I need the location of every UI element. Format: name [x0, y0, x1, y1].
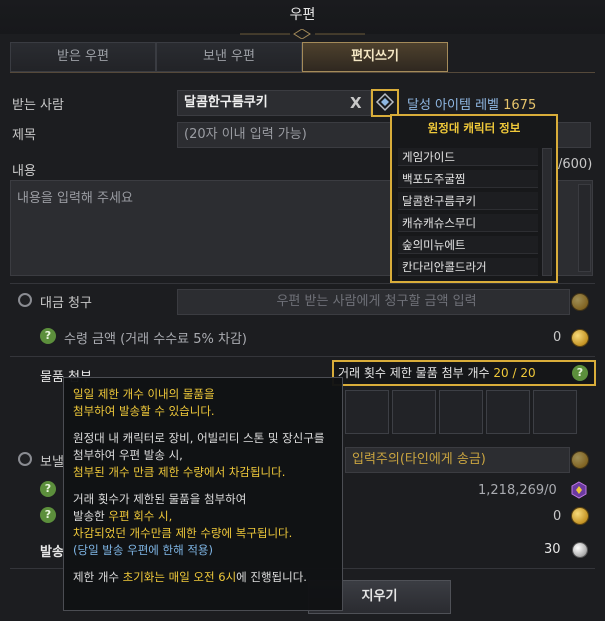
payment-request-input[interactable]: 우편 받는 사람에게 청구할 금액 입력 — [177, 289, 570, 315]
attachment-slot[interactable] — [345, 390, 389, 434]
send-money-radio[interactable] — [18, 452, 32, 466]
gold-coin-icon — [572, 452, 588, 468]
tooltip-line: 첨부된 개수 만큼 제한 수량에서 차감됩니다. — [73, 465, 286, 479]
dropdown-item-name: 게임가이드 — [402, 150, 455, 164]
tooltip-text: 에 진행됩니다. — [236, 570, 307, 584]
divider-1 — [10, 283, 595, 284]
tooltip-line: 발송한 우편 회수 시, — [73, 508, 333, 525]
tooltip-text: 발송한 — [73, 509, 109, 523]
gold-coin-icon — [572, 330, 588, 346]
expedition-emblem-icon — [375, 92, 395, 112]
dropdown-item-name: 숲의미뉴에트 — [402, 238, 466, 252]
attachment-slot[interactable] — [486, 390, 530, 434]
tooltip-line: 첨부하여 우편 발송 시, — [73, 448, 183, 462]
clear-recipient-glyph: X — [350, 94, 362, 112]
tab-write[interactable]: 편지쓰기 — [302, 42, 448, 72]
content-scrollbar[interactable] — [578, 184, 591, 272]
gold-coin-icon — [572, 508, 588, 524]
send-money-warning: 입력주의(타인에게 송금) — [352, 452, 486, 467]
tooltip-text: 우편 회수 시, — [108, 509, 173, 523]
recipient-value: 달콤한구름쿠키 — [184, 95, 268, 110]
receive-amount-value: 0 — [553, 330, 562, 345]
expedition-character-dropdown: 원정대 캐릭터 정보 게임가이드 백포도주굴찜 달콤한구름쿠키 캐슈캐슈스무디 … — [390, 114, 558, 283]
tab-received[interactable]: 받은 우편 — [10, 42, 156, 72]
dropdown-item-name: 달콤한구름쿠키 — [402, 194, 477, 208]
attachment-limit-box: 거래 횟수 제한 물품 첨부 개수 20 / 20 — [332, 360, 596, 386]
content-counter: /600) — [558, 157, 593, 172]
tooltip-line: 제한 개수 초기화는 매일 오전 6시에 진행됩니다. — [73, 569, 333, 586]
recipient-input[interactable]: 달콤한구름쿠키 — [177, 90, 371, 116]
expedition-list-button[interactable] — [371, 89, 399, 117]
shipping-label: 발송 — [40, 545, 64, 560]
dropdown-item[interactable]: 캐슈캐슈스무디 — [398, 214, 538, 232]
dropdown-scrollbar[interactable] — [542, 148, 552, 276]
tab-received-label: 받은 우편 — [57, 49, 109, 64]
payment-request-placeholder: 우편 받는 사람에게 청구할 금액 입력 — [276, 294, 477, 309]
tab-bar: 받은 우편 보낸 우편 편지쓰기 — [10, 42, 595, 73]
help-icon[interactable]: ? — [40, 481, 56, 497]
dropdown-item-name: 백포도주굴찜 — [402, 172, 466, 186]
send-money-label: 보낼 — [40, 455, 64, 470]
dropdown-item-name: 칸다리안콜드라거 — [402, 260, 487, 274]
help-icon[interactable]: ? — [40, 328, 56, 344]
title-ornament — [240, 28, 365, 40]
tooltip-line: 일일 제한 개수 이내의 물품을 — [73, 387, 215, 401]
divider-2 — [10, 356, 595, 357]
payment-request-label: 대금 청구 — [40, 296, 92, 311]
attachment-slot[interactable] — [533, 390, 577, 434]
attachment-help-icon[interactable]: ? — [572, 365, 588, 381]
dropdown-item[interactable]: 칸다리안콜드라거 — [398, 258, 538, 276]
tooltip-text: 제한 개수 — [73, 570, 123, 584]
tooltip-line: (당일 발송 우편에 한해 적용) — [73, 543, 213, 557]
achievement-value: 1675 — [503, 98, 537, 113]
help-icon[interactable]: ? — [40, 507, 56, 523]
attachment-slot[interactable] — [439, 390, 483, 434]
clear-button-label: 지우기 — [361, 589, 398, 604]
dropdown-title: 원정대 캐릭터 정보 — [427, 121, 521, 135]
silver-coin-icon — [573, 543, 587, 557]
content-label: 내용 — [12, 164, 36, 179]
tooltip-text: 초기화는 매일 오전 6시 — [122, 570, 237, 584]
tab-sent-label: 보낸 우편 — [203, 49, 255, 64]
dropdown-item[interactable]: 달콤한구름쿠키 — [398, 192, 538, 210]
attachment-limit-value: 20 / 20 — [493, 366, 536, 380]
attachment-slot[interactable] — [392, 390, 436, 434]
achievement-label: 달성 아이템 레벨 — [407, 98, 499, 113]
gold-coin-icon — [572, 294, 588, 310]
tab-sent[interactable]: 보낸 우편 — [156, 42, 302, 72]
attachment-limit-tooltip: 일일 제한 개수 이내의 물품을 첨부하여 발송할 수 있습니다. 원정대 내 … — [63, 377, 343, 611]
content-placeholder: 내용을 입력해 주세요 — [17, 191, 133, 206]
tooltip-line: 거래 횟수가 제한된 물품을 첨부하여 — [73, 492, 247, 506]
send-money-input[interactable]: 입력주의(타인에게 송금) — [345, 447, 570, 473]
tooltip-line: 원정대 내 캐릭터로 장비, 어빌리티 스톤 및 장신구를 — [73, 431, 325, 445]
clear-recipient-icon[interactable]: X — [350, 92, 362, 114]
window-title: 우편 — [289, 7, 316, 23]
recipient-label: 받는 사람 — [12, 98, 64, 113]
tooltip-line: 첨부하여 발송할 수 있습니다. — [73, 404, 215, 418]
tab-write-label: 편지쓰기 — [351, 49, 399, 64]
tooltip-line: 차감되었던 개수만큼 제한 수량에 복구됩니다. — [73, 526, 293, 540]
balance-value: 1,218,269/0 — [478, 483, 557, 498]
dropdown-item[interactable]: 백포도주굴찜 — [398, 170, 538, 188]
attachment-limit-label: 거래 횟수 제한 물품 첨부 개수 — [338, 366, 490, 380]
gold-value: 0 — [553, 509, 562, 524]
subject-label: 제목 — [12, 128, 36, 143]
dropdown-item[interactable]: 게임가이드 — [398, 148, 538, 166]
subject-placeholder: (20자 이내 입력 가능) — [184, 127, 307, 142]
dropdown-item[interactable]: 숲의미뉴에트 — [398, 236, 538, 254]
receive-amount-label: 수령 금액 (거래 수수료 5% 차감) — [64, 332, 247, 347]
payment-request-radio[interactable] — [18, 293, 32, 307]
shipping-cost: 30 — [544, 542, 561, 557]
dropdown-item-name: 캐슈캐슈스무디 — [402, 216, 477, 230]
crystal-icon — [570, 481, 588, 499]
achievement-item-level: 달성 아이템 레벨 1675 — [407, 94, 536, 113]
